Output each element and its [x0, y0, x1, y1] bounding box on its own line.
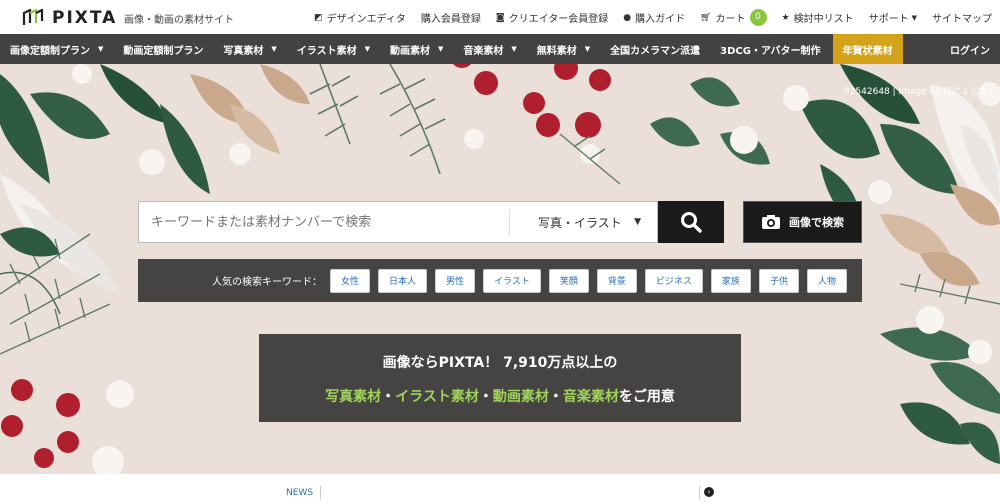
chevron-down-icon: ▼	[364, 45, 370, 53]
nav-photo[interactable]: 写真素材 ▼	[213, 34, 286, 64]
popular-keywords-label: 人気の検索キーワード：	[212, 277, 322, 288]
keyword-chip[interactable]: 女性	[330, 268, 371, 293]
pixta-logo[interactable]: PIXTA	[22, 8, 117, 28]
camera-icon: ◙	[495, 12, 505, 23]
logo-text: PIXTA	[52, 8, 118, 28]
cart-count-badge: 0	[749, 9, 767, 26]
keyword-chip[interactable]: 子供	[758, 268, 799, 293]
chevron-down-icon: ▼	[511, 45, 517, 53]
design-editor-icon: ◩	[314, 12, 323, 23]
promo-banner: 画像ならPIXTA！ 7,910万点以上の 写真素材・イラスト素材・動画素材・音…	[259, 334, 741, 422]
news-divider	[320, 486, 321, 500]
nav-photographer-dispatch[interactable]: 全国カメラマン派遣	[600, 34, 710, 64]
support-menu[interactable]: サポート ▼	[869, 10, 917, 26]
purchase-guide-link[interactable]: ● 購入ガイド	[623, 10, 685, 26]
info-icon: ●	[623, 12, 632, 23]
promo-illustration-link[interactable]: イラスト素材	[395, 389, 479, 405]
keyword-chip[interactable]: 笑顔	[548, 268, 589, 293]
search-input[interactable]	[139, 202, 509, 242]
nav-video[interactable]: 動画素材 ▼	[380, 34, 453, 64]
chevron-down-icon: ▼	[437, 45, 444, 53]
nav-video-subscription[interactable]: 動画定額制プラン	[113, 34, 213, 64]
nav-free[interactable]: 無料素材 ▼	[527, 34, 600, 64]
top-links: ◩ デザインエディタ 購入会員登録 ◙ クリエイター会員登録 ● 購入ガイド 🛒…	[299, 9, 992, 26]
keyword-chip[interactable]: 家族	[710, 268, 751, 293]
cart-icon: 🛒︎	[700, 12, 712, 23]
favorites-link[interactable]: ★ 検討中リスト	[781, 10, 854, 26]
nav-music[interactable]: 音楽素材 ▼	[453, 34, 526, 64]
buyer-register-link[interactable]: 購入会員登録	[421, 10, 481, 25]
search-bar: 写真・イラスト ▼	[138, 201, 658, 243]
nav-illustration[interactable]: イラスト素材 ▼	[287, 34, 380, 64]
keyword-chip[interactable]: イラスト	[483, 268, 541, 293]
top-header: PIXTA 画像・動画の素材サイト ◩ デザインエディタ 購入会員登録 ◙ クリ…	[0, 0, 1000, 34]
star-icon: ★	[781, 12, 790, 23]
popular-keywords-bar: 人気の検索キーワード： 女性 日本人 男性 イラスト 笑顔 背景 ビジネス 家族…	[138, 259, 862, 302]
nav-3dcg[interactable]: 3DCG・アバター制作	[710, 34, 830, 64]
promo-video-link[interactable]: 動画素材	[493, 389, 549, 405]
nav-image-subscription[interactable]: 画像定額制プラン ▼	[0, 34, 113, 64]
keyword-chip[interactable]: 日本人	[378, 268, 428, 293]
promo-photo-link[interactable]: 写真素材	[325, 389, 381, 405]
keyword-chip[interactable]: 男性	[435, 268, 476, 293]
main-nav: 画像定額制プラン ▼ 動画定額制プラン 写真素材 ▼ イラスト素材 ▼ 動画素材 ▼ 音…	[0, 34, 1000, 64]
promo-categories: 写真素材・イラスト素材・動画素材・音楽素材をご用意	[325, 389, 675, 405]
chevron-down-icon: ▼	[98, 45, 104, 53]
news-divider	[699, 486, 700, 500]
site-tagline: 画像・動画の素材サイト	[124, 15, 234, 26]
image-search-button[interactable]: 画像で検索	[743, 201, 862, 243]
promo-music-link[interactable]: 音楽素材	[563, 389, 619, 405]
news-strip: NEWS ›	[0, 474, 1000, 504]
sitemap-link[interactable]: サイトマップ	[932, 10, 992, 25]
logo-mark-icon	[22, 9, 44, 25]
chevron-right-icon[interactable]: ›	[704, 487, 714, 497]
search-button[interactable]	[658, 201, 724, 243]
chevron-down-icon: ▼	[271, 45, 277, 53]
news-label: NEWS	[286, 488, 314, 498]
chevron-down-icon: ▼	[634, 217, 641, 227]
keyword-chip[interactable]: ビジネス	[644, 268, 703, 293]
hero-section: 92542648 | Image by:ほにょじま 写真・イラスト ▼ 画像で検…	[0, 64, 1000, 474]
search-icon	[681, 212, 702, 233]
image-credit: 92542648 | Image by:ほにょじま	[843, 87, 988, 97]
category-select[interactable]: 写真・イラスト ▼	[510, 202, 655, 242]
login-link[interactable]: ログイン	[950, 34, 990, 64]
keyword-chip[interactable]: 人物	[806, 268, 847, 293]
camera-icon	[762, 215, 780, 229]
nav-new-year-cards[interactable]: 年賀状素材	[832, 34, 903, 64]
design-editor-link[interactable]: ◩ デザインエディタ	[314, 10, 406, 26]
keyword-chip[interactable]: 背景	[596, 268, 637, 293]
promo-headline: 画像ならPIXTA！ 7,910万点以上の	[382, 355, 618, 371]
cart-link[interactable]: 🛒︎ カート 0	[700, 9, 767, 26]
chevron-down-icon: ▼	[911, 13, 917, 22]
chevron-down-icon: ▼	[584, 45, 591, 53]
creator-register-link[interactable]: ◙ クリエイター会員登録	[495, 10, 608, 26]
